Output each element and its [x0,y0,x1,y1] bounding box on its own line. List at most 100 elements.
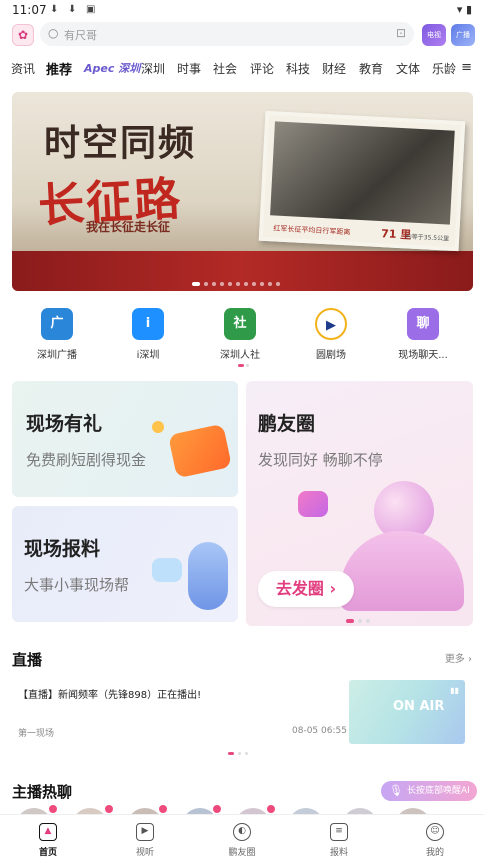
anchor-section-title: 主播热聊 [12,783,73,801]
chat-icon: 聊 [407,308,439,340]
live-section-title: 直播 [12,651,43,669]
carousel-dot-active[interactable] [192,282,200,286]
profile-icon: ☺ [426,823,444,841]
quick-shenzhen-radio[interactable]: 广 深圳广播 [22,308,92,364]
banner-red-band [12,251,473,291]
quick-label: i深圳 [136,350,160,361]
tab-shishi[interactable]: 时事 [177,60,201,77]
carousel-dot[interactable] [212,282,216,286]
nav-home[interactable]: ▲ 首页 [18,815,78,862]
banner-photo-note: 约等于35.5公里 [405,233,450,243]
banner-photo-caption: 红军长征平均日行军距离 [273,224,351,237]
home-icon: ▲ [39,823,57,841]
tab-wenti[interactable]: 文体 [396,60,420,77]
card-report[interactable]: 现场报料 大事小事现场帮 [12,506,238,622]
quick-i-shenzhen[interactable]: i i深圳 [113,308,183,364]
nav-report[interactable]: ≡ 报料 [309,815,369,862]
i-shenzhen-icon: i [132,308,164,340]
quick-icons-indicator-inactive [246,364,249,367]
app-logo-icon[interactable]: ✿ [12,24,34,46]
bottom-navigation: ▲ 首页 ▶ 视听 ◐ 鹏友圈 ≡ 报料 ☺ 我的 [0,814,484,862]
tab-shenzhen[interactable]: 深圳 [141,60,165,77]
carousel-dot[interactable] [220,282,224,286]
radio-button[interactable]: 广播 [451,24,475,46]
search-icon: ○ [48,26,59,40]
live-badge-icon [104,804,114,814]
nav-friends-circle[interactable]: ◐ 鹏友圈 [212,815,272,862]
quick-icons-indicator [238,364,244,367]
tab-shehui[interactable]: 社会 [213,60,237,77]
go-post-button[interactable]: 去发圈 › [258,571,354,607]
live-item-time: 08-05 06:55 [292,726,347,736]
banner-subtitle: 我在长征走长征 [86,220,171,234]
carousel-dot[interactable] [204,282,208,286]
quick-theater[interactable]: ▶ 圆剧场 [296,308,366,364]
theater-icon: ▶ [315,308,347,340]
tab-tuijian[interactable]: 推荐 [46,59,72,78]
quick-label: 深圳人社 [220,350,260,361]
quick-label: 深圳广播 [37,350,77,361]
tab-keji[interactable]: 科技 [286,60,310,77]
nav-label: 报料 [329,848,348,858]
tab-zixun[interactable]: 资讯 [11,60,35,77]
carousel-dot[interactable] [236,282,240,286]
tab-leling[interactable]: 乐龄 [432,60,456,77]
carousel-dot[interactable] [260,282,264,286]
video-icon: ▶ [136,823,154,841]
live-badge-icon [158,804,168,814]
app-screen: 11:07 ⬇ ⬇ ▣ ▾ ▮ ✿ ○ 有尺哥 ⊡ 电视 广播 资讯 推荐 Ap… [0,0,484,862]
quick-shenzhen-hr[interactable]: 社 深圳人社 [205,308,275,364]
microphone-icon [188,542,228,610]
on-air-text: ON AIR [393,699,445,714]
live-badge-icon [266,804,276,814]
card-live-gifts[interactable]: 现场有礼 免费刷短剧得现金 [12,381,238,497]
tab-pinglun[interactable]: 评论 [250,60,274,77]
card-friends-circle[interactable]: 鹏友圈 发现同好 畅聊不停 去发圈 › [246,381,473,626]
channel-tabs: 资讯 推荐 Apec 深圳 深圳 时事 社会 评论 科技 财经 教育 文体 乐龄 [0,56,484,80]
carousel-dot[interactable] [252,282,256,286]
search-input[interactable]: ○ 有尺哥 ⊡ [40,22,414,46]
nav-video[interactable]: ▶ 视听 [115,815,175,862]
status-time: 11:07 [12,3,47,17]
banner-photo-image [270,121,455,225]
quick-label: 圆剧场 [316,350,346,361]
live-item[interactable]: 【直播】新闻频率（先锋898）正在播出! 第一现场 08-05 06:55 ON… [12,672,473,750]
search-placeholder: 有尺哥 [64,29,97,42]
tab-jiaoyu[interactable]: 教育 [359,60,383,77]
card-indicator-active [346,619,354,623]
nav-label: 首页 [38,848,57,858]
live-item-title: 【直播】新闻频率（先锋898）正在播出! [18,690,202,701]
carousel-dot[interactable] [244,282,248,286]
live-indicator-active [228,752,234,755]
speech-bubble-icon [152,558,182,582]
tab-caijing[interactable]: 财经 [322,60,346,77]
menu-icon[interactable]: ≡ [461,60,472,75]
video-camera-icon [168,423,232,479]
carousel-dot[interactable] [228,282,232,286]
people-bubble-body [340,531,464,611]
nav-profile[interactable]: ☺ 我的 [405,815,465,862]
nav-label: 视听 [135,848,154,858]
banner-carousel[interactable]: 时空同频 长征路 我在长征走长征 红军长征平均日行军距离 71 里 约等于35.… [12,92,473,291]
card-indicator [366,619,370,623]
quick-chat[interactable]: 聊 现场聊天... [388,308,458,364]
app-notification-icon: ▣ [86,4,96,15]
ai-hint-text: 长按底部唤醒AI [407,786,470,796]
scan-icon[interactable]: ⊡ [396,26,406,40]
battery-icon: ▾ ▮ [456,3,472,16]
status-bar: 11:07 ⬇ ⬇ ▣ ▾ ▮ [0,0,484,20]
download-icon: ⬇ [50,4,59,15]
tv-button[interactable]: 电视 [422,24,446,46]
nav-label: 鹏友圈 [228,848,256,858]
report-icon: ≡ [330,823,348,841]
carousel-dot[interactable] [276,282,280,286]
carousel-dot[interactable] [268,282,272,286]
live-more-link[interactable]: 更多 › [445,650,472,665]
card-subtitle: 免费刷短剧得现金 [26,451,147,469]
banner-title-line1: 时空同频 [44,122,197,164]
tab-apec-shenzhen[interactable]: Apec 深圳 [84,60,140,76]
banner-photo: 红军长征平均日行军距离 71 里 约等于35.5公里 [258,110,466,252]
card-title: 鹏友圈 [258,413,316,435]
card-subtitle: 大事小事现场帮 [24,576,130,594]
ai-hint-pill[interactable]: 🎙 长按底部唤醒AI [381,781,477,801]
